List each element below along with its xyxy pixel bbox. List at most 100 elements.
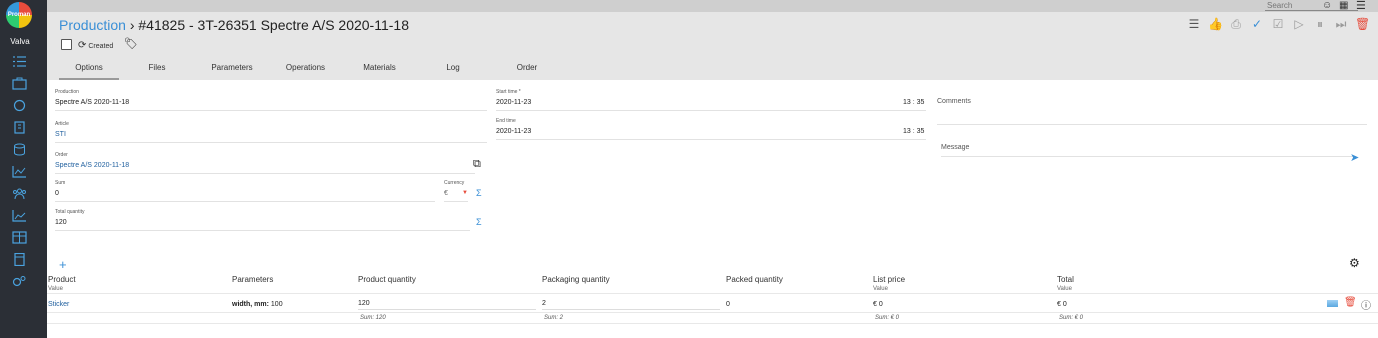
smiley-icon[interactable]: ☺: [1322, 0, 1332, 11]
end-time-label: End time: [496, 118, 516, 124]
play-icon[interactable]: ▷: [1292, 17, 1306, 31]
product-quantity-input[interactable]: 120: [358, 300, 536, 310]
tab-materials[interactable]: Materials: [352, 60, 407, 80]
header-product[interactable]: Product: [48, 275, 76, 284]
add-row-button[interactable]: +: [59, 257, 67, 272]
packed-quantity-cell: 0: [726, 301, 730, 308]
total-quantity-label: Total quantity: [55, 209, 85, 215]
packaging-quantity-input[interactable]: 2: [542, 300, 720, 310]
start-time-label: Start time *: [496, 89, 521, 95]
tab-log[interactable]: Log: [437, 60, 469, 80]
start-time-value[interactable]: 13 : 35: [903, 99, 924, 106]
sum-field[interactable]: Sum 0: [55, 180, 435, 202]
list-icon[interactable]: [12, 55, 27, 68]
end-minute: 35: [916, 128, 925, 135]
delete-icon[interactable]: 🗑: [1355, 17, 1370, 31]
page-header: Production › #41825 - 3T-26351 Spectre A…: [47, 12, 1378, 80]
qr-icon[interactable]: ▦: [1339, 0, 1348, 11]
end-time-field[interactable]: End time 2020-11-23: [496, 118, 926, 140]
sum-sigma-icon[interactable]: Σ: [476, 188, 482, 198]
row-delete-icon[interactable]: 🗑: [1344, 297, 1357, 308]
page-title: #41825 - 3T-26351 Spectre A/S 2020-11-18: [138, 17, 409, 33]
parameters-cell: width, mm: 100: [232, 301, 283, 308]
users-icon[interactable]: [12, 187, 27, 200]
filter-product[interactable]: Value: [48, 286, 63, 292]
header-list-price[interactable]: List price: [873, 275, 905, 284]
help-icon[interactable]: ⓘ: [1361, 297, 1371, 312]
end-date-value: 2020-11-23: [496, 128, 532, 135]
currency-select[interactable]: Currency € ▼: [444, 180, 468, 202]
filter-total[interactable]: Value: [1057, 286, 1072, 292]
calendar-check-icon[interactable]: ☑: [1271, 17, 1285, 31]
filter-list-price[interactable]: Value: [873, 286, 888, 292]
print-icon[interactable]: ⎙: [1229, 17, 1243, 31]
end-time-value[interactable]: 13 : 35: [903, 128, 924, 135]
skip-icon[interactable]: ⏭: [1334, 17, 1348, 31]
total-cell: € 0: [1057, 301, 1067, 308]
start-time-field[interactable]: Start time * 2020-11-23: [496, 89, 926, 111]
select-checkbox[interactable]: [61, 39, 72, 50]
tab-operations[interactable]: Operations: [277, 60, 334, 80]
chart-icon[interactable]: [12, 165, 27, 178]
tab-files[interactable]: Files: [137, 60, 177, 80]
header-packaging-quantity[interactable]: Packaging quantity: [542, 275, 610, 284]
breadcrumb: Production › #41825 - 3T-26351 Spectre A…: [59, 17, 409, 33]
proman-logo[interactable]: Proman: [6, 2, 32, 28]
thumbs-up-icon[interactable]: 👍: [1208, 17, 1223, 31]
caret-down-icon: ▼: [462, 190, 468, 196]
start-date-value: 2020-11-23: [496, 99, 532, 106]
topbar: ☺ ▦ ☰: [47, 0, 1378, 12]
tab-order[interactable]: Order: [507, 60, 547, 80]
article-label: Article: [55, 121, 69, 127]
order-field[interactable]: Order Spectre A/S 2020-11-18: [55, 152, 475, 174]
sum-list-price: Sum: € 0: [875, 315, 900, 321]
send-icon[interactable]: ➤: [1350, 151, 1359, 164]
production-value: Spectre A/S 2020-11-18: [55, 99, 130, 106]
org-name[interactable]: Valva: [0, 37, 40, 46]
production-field[interactable]: Production Spectre A/S 2020-11-18: [55, 89, 487, 111]
sum-value: 0: [55, 190, 59, 197]
copy-icon[interactable]: ⧉: [473, 158, 481, 171]
message-field[interactable]: Message: [941, 144, 1366, 151]
article-value[interactable]: STI: [55, 131, 487, 138]
gear-icon[interactable]: ⚙: [1349, 256, 1360, 270]
start-hour: 13: [903, 99, 911, 106]
article-field[interactable]: Article STI: [55, 121, 487, 143]
building-icon[interactable]: [12, 121, 27, 134]
currency-value: €: [444, 190, 448, 197]
order-value[interactable]: Spectre A/S 2020-11-18: [55, 162, 475, 169]
table-icon[interactable]: [12, 231, 27, 244]
confirm-icon[interactable]: ✓: [1250, 17, 1264, 31]
calculator-icon[interactable]: [12, 252, 27, 267]
total-quantity-field[interactable]: Total quantity 120: [55, 209, 470, 231]
breadcrumb-production-link[interactable]: Production: [59, 17, 126, 33]
settings-icon[interactable]: [12, 275, 27, 288]
status-label: Created: [88, 43, 114, 50]
tab-bar: Options Files Parameters Operations Mate…: [47, 60, 647, 80]
status-badge[interactable]: ⟳ Created: [78, 40, 113, 51]
header-parameters[interactable]: Parameters: [232, 275, 273, 284]
comments-field[interactable]: Comments: [937, 98, 1367, 105]
sidebar: Proman Valva: [0, 0, 47, 338]
tag-icon[interactable]: 🏷: [124, 37, 138, 50]
cycle-icon[interactable]: [12, 99, 27, 112]
database-icon[interactable]: [12, 143, 27, 156]
header-total[interactable]: Total: [1057, 275, 1074, 284]
list-view-icon[interactable]: ☰: [1187, 17, 1201, 31]
breadcrumb-separator: ›: [129, 17, 135, 33]
menu-icon[interactable]: ☰: [1356, 0, 1366, 12]
briefcase-icon[interactable]: [12, 77, 27, 90]
refresh-icon: ⟳: [78, 40, 87, 51]
sum-packaging-quantity: Sum: 2: [544, 315, 564, 321]
tab-options[interactable]: Options: [59, 60, 119, 80]
header-packed-quantity[interactable]: Packed quantity: [726, 275, 783, 284]
product-link[interactable]: Sticker: [48, 301, 69, 308]
color-swatch-icon[interactable]: [1327, 300, 1338, 307]
analytics-icon[interactable]: [12, 209, 27, 222]
tab-parameters[interactable]: Parameters: [202, 60, 262, 80]
pause-icon[interactable]: ⏸: [1313, 17, 1327, 31]
sum-product-quantity: Sum: 120: [360, 315, 386, 321]
header-product-quantity[interactable]: Product quantity: [358, 275, 416, 284]
quantity-sigma-icon[interactable]: Σ: [476, 217, 482, 227]
total-quantity-value: 120: [55, 219, 67, 226]
